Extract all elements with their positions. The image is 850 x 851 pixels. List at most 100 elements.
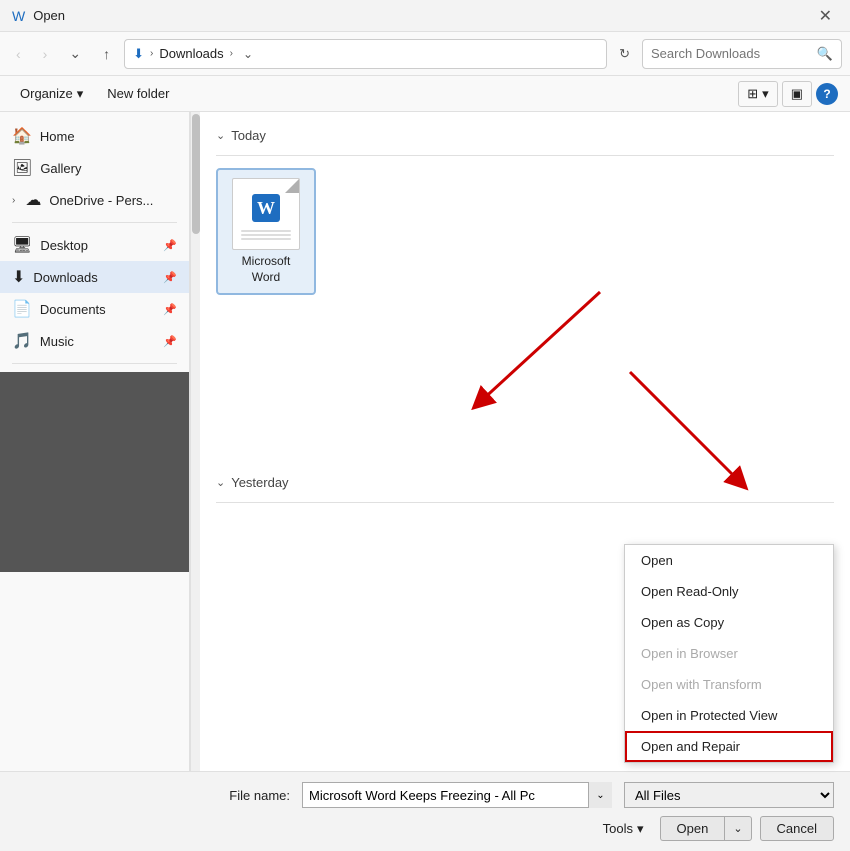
pin-icon-docs: 📌 (163, 303, 177, 316)
up-button[interactable]: ↑ (95, 40, 118, 68)
bottom-bar: File name: ⌄ All Files Tools ▾ Open ⌄ Ca… (0, 771, 850, 851)
sidebar-dark-area (0, 372, 189, 572)
sidebar-downloads-label: Downloads (33, 270, 97, 285)
organize-chevron-icon: ▾ (77, 86, 84, 102)
pane-icon: ▣ (791, 86, 803, 102)
menu-transform-label: Open with Transform (641, 677, 762, 692)
menu-item-open[interactable]: Open (625, 545, 833, 576)
expand-button[interactable]: ⌄ (61, 39, 89, 68)
tools-button[interactable]: Tools ▾ (595, 817, 652, 841)
menu-item-open-transform: Open with Transform (625, 669, 833, 700)
yesterday-section: ⌄ Yesterday (216, 475, 834, 503)
address-dropdown-button[interactable]: ⌄ (239, 47, 257, 61)
sidebar-divider-1 (12, 222, 177, 223)
sidebar: 🏠 Home 🖼 Gallery › ☁ OneDrive - Pers... … (0, 112, 190, 771)
sidebar-gallery-label: Gallery (40, 161, 81, 176)
desktop-icon: 🖥 (12, 235, 32, 255)
file-thumbnail: W (232, 178, 300, 250)
menu-item-open-protected[interactable]: Open in Protected View (625, 700, 833, 731)
sidebar-item-desktop[interactable]: 🖥 Desktop 📌 (0, 229, 189, 261)
open-button[interactable]: Open (660, 816, 725, 841)
download-nav-icon: ⬇ (133, 46, 144, 62)
sidebar-music-label: Music (40, 334, 74, 349)
path-downloads: Downloads (159, 46, 223, 61)
file-lines (241, 228, 291, 242)
app-icon: W (12, 8, 25, 24)
downloads-icon: ⬇ (12, 267, 25, 287)
tools-arrow-icon: ▾ (637, 821, 644, 837)
sidebar-item-downloads[interactable]: ⬇ Downloads 📌 (0, 261, 189, 293)
scrollbar-thumb[interactable] (192, 114, 200, 234)
today-label: Today (231, 128, 266, 143)
search-bar[interactable]: 🔍 (642, 39, 842, 69)
toolbar: Organize ▾ New folder ⊞ ▾ ▣ ? (0, 76, 850, 112)
filename-input-wrap: ⌄ (302, 782, 612, 808)
cancel-button[interactable]: Cancel (760, 816, 834, 841)
line-3 (241, 238, 291, 240)
expand-icon: › (12, 195, 15, 206)
close-button[interactable]: ✕ (813, 2, 838, 30)
file-name-label: Microsoft Word (226, 254, 306, 285)
toolbar-right: ⊞ ▾ ▣ ? (738, 81, 838, 107)
file-grid-today: W Microsoft Word (216, 168, 834, 295)
sidebar-divider-2 (12, 363, 177, 364)
sidebar-item-home[interactable]: 🏠 Home (0, 120, 189, 152)
sidebar-scrollbar[interactable] (190, 112, 200, 771)
home-icon: 🏠 (12, 126, 32, 146)
filetype-select[interactable]: All Files (624, 782, 834, 808)
new-folder-label: New folder (107, 86, 169, 101)
view-arrow-icon: ▾ (762, 86, 769, 102)
address-path: Downloads (159, 46, 223, 61)
today-chevron-icon: ⌄ (216, 129, 225, 142)
line-2 (241, 234, 291, 236)
file-item-word[interactable]: W Microsoft Word (216, 168, 316, 295)
open-dropdown-button[interactable]: ⌄ (724, 816, 751, 841)
menu-repair-label: Open and Repair (641, 739, 740, 754)
sidebar-documents-label: Documents (40, 302, 106, 317)
dialog-title: Open (33, 8, 65, 23)
yesterday-divider (216, 502, 834, 503)
address-bar[interactable]: ⬇ › Downloads › ⌄ (124, 39, 607, 69)
menu-item-open-copy[interactable]: Open as Copy (625, 607, 833, 638)
documents-icon: 📄 (12, 299, 32, 319)
music-icon: 🎵 (12, 331, 32, 351)
filename-dropdown-button[interactable]: ⌄ (588, 782, 612, 808)
gallery-icon: 🖼 (12, 158, 32, 178)
open-dropdown-menu: Open Open Read-Only Open as Copy Open in… (624, 544, 834, 763)
yesterday-chevron-icon: ⌄ (216, 476, 225, 489)
forward-button[interactable]: › (35, 40, 56, 68)
today-section-header: ⌄ Today (216, 128, 834, 143)
search-input[interactable] (651, 46, 811, 61)
menu-readonly-label: Open Read-Only (641, 584, 739, 599)
sidebar-item-documents[interactable]: 📄 Documents 📌 (0, 293, 189, 325)
menu-browser-label: Open in Browser (641, 646, 738, 661)
back-button[interactable]: ‹ (8, 40, 29, 68)
new-folder-button[interactable]: New folder (99, 82, 177, 105)
sidebar-item-onedrive[interactable]: › ☁ OneDrive - Pers... (0, 184, 189, 216)
filename-input[interactable] (302, 782, 612, 808)
actions-row: Tools ▾ Open ⌄ Cancel (16, 816, 834, 841)
search-icon: 🔍 (817, 46, 833, 62)
title-bar-left: W Open (12, 8, 65, 24)
word-logo-bg: W (252, 194, 280, 222)
view-button[interactable]: ⊞ ▾ (738, 81, 777, 107)
menu-open-label: Open (641, 553, 673, 568)
menu-item-open-browser: Open in Browser (625, 638, 833, 669)
menu-item-open-readonly[interactable]: Open Read-Only (625, 576, 833, 607)
refresh-button[interactable]: ↻ (613, 42, 636, 66)
title-bar: W Open ✕ (0, 0, 850, 32)
filename-label: File name: (229, 788, 290, 803)
open-button-group: Open ⌄ (660, 816, 752, 841)
pane-button[interactable]: ▣ (782, 81, 812, 107)
pin-icon-music: 📌 (163, 335, 177, 348)
sidebar-item-gallery[interactable]: 🖼 Gallery (0, 152, 189, 184)
sidebar-onedrive-label: OneDrive - Pers... (49, 193, 153, 208)
organize-button[interactable]: Organize ▾ (12, 82, 91, 106)
today-divider (216, 155, 834, 156)
help-button[interactable]: ? (816, 83, 838, 105)
filename-row: File name: ⌄ All Files (16, 782, 834, 808)
grid-icon: ⊞ (747, 86, 758, 102)
menu-item-open-repair[interactable]: Open and Repair (625, 731, 833, 762)
sidebar-item-music[interactable]: 🎵 Music 📌 (0, 325, 189, 357)
pin-icon: 📌 (163, 239, 177, 252)
